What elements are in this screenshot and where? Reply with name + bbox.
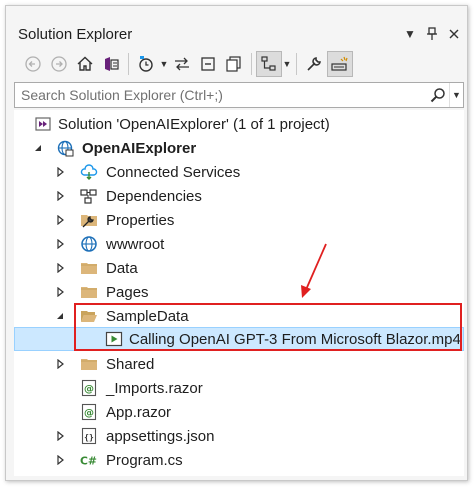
solution-tree: Solution 'OpenAIExplorer' (1 of 1 projec… <box>14 110 464 476</box>
forward-icon[interactable] <box>46 51 72 77</box>
collapsed-arrow-icon[interactable] <box>54 238 66 250</box>
search-box[interactable]: ▼ <box>14 82 464 108</box>
annotation-highlight-box <box>74 303 462 351</box>
home-icon[interactable] <box>72 51 98 77</box>
tree-item-project[interactable]: OpenAIExplorer <box>14 136 464 160</box>
tree-item-label: Shared <box>106 355 155 373</box>
tree-item-appsettings-json[interactable]: {} appsettings.json <box>14 424 464 448</box>
filter-dropdown-icon[interactable]: ▼ <box>159 51 169 77</box>
tree-item-label: App.razor <box>106 403 172 421</box>
dependencies-icon <box>80 187 98 205</box>
toolbar-separator <box>251 53 252 75</box>
search-input[interactable] <box>15 87 427 103</box>
close-icon[interactable] <box>444 24 464 44</box>
tree-item-label: Connected Services <box>106 163 241 181</box>
tree-item-program-cs[interactable]: C# Program.cs <box>14 448 464 472</box>
razor-file-icon: @ <box>80 379 98 397</box>
collapsed-arrow-icon[interactable] <box>54 214 66 226</box>
tree-item-app-razor[interactable]: @ App.razor <box>14 400 464 424</box>
tree-item-connected-services[interactable]: Connected Services <box>14 160 464 184</box>
tree-item-label: Solution 'OpenAIExplorer' (1 of 1 projec… <box>58 115 330 133</box>
toolbar-separator <box>296 53 297 75</box>
tree-item-label: Properties <box>106 211 175 229</box>
tree-item-label: wwwroot <box>106 235 165 253</box>
search-icon[interactable] <box>427 87 449 103</box>
pending-changes-filter-icon[interactable] <box>133 51 159 77</box>
collapsed-arrow-icon[interactable] <box>54 358 66 370</box>
folder-icon <box>80 355 98 373</box>
sync-with-active-document-icon[interactable] <box>169 51 195 77</box>
show-all-files-icon[interactable] <box>221 51 247 77</box>
json-file-icon: {} <box>80 427 98 445</box>
tree-item-label: Pages <box>106 283 149 301</box>
svg-text:C#: C# <box>80 455 97 468</box>
tree-item-label: _Imports.razor <box>106 379 203 397</box>
toolbar-separator <box>128 53 129 75</box>
tree-item-solution[interactable]: Solution 'OpenAIExplorer' (1 of 1 projec… <box>14 112 464 136</box>
tree-view-icon[interactable] <box>256 51 282 77</box>
csharp-file-icon: C# <box>80 451 98 469</box>
globe-icon <box>80 235 98 253</box>
project-globe-icon <box>56 139 74 157</box>
back-icon[interactable] <box>20 51 46 77</box>
tree-item-properties[interactable]: Properties <box>14 208 464 232</box>
search-options-dropdown-icon[interactable]: ▼ <box>449 83 463 107</box>
solution-icon <box>34 115 52 133</box>
connected-services-icon <box>80 163 98 181</box>
collapse-all-icon[interactable] <box>195 51 221 77</box>
tree-item-label: OpenAIExplorer <box>82 139 197 157</box>
expanded-arrow-icon[interactable] <box>54 310 66 322</box>
tree-view-dropdown-icon[interactable]: ▼ <box>282 51 292 77</box>
window-title: Solution Explorer <box>18 25 133 43</box>
window-position-dropdown-icon[interactable]: ▼ <box>400 24 420 44</box>
collapsed-arrow-icon[interactable] <box>54 454 66 466</box>
svg-text:{}: {} <box>84 433 94 442</box>
tree-item-label: Program.cs <box>106 451 183 469</box>
title-bar: Solution Explorer ▼ <box>12 22 464 46</box>
tree-item-dependencies[interactable]: Dependencies <box>14 184 464 208</box>
tree-item-label: appsettings.json <box>106 427 215 445</box>
tree-item-wwwroot[interactable]: wwwroot <box>14 232 464 256</box>
tree-item-shared[interactable]: Shared <box>14 352 464 376</box>
pin-icon[interactable] <box>422 24 442 44</box>
collapsed-arrow-icon[interactable] <box>54 166 66 178</box>
collapsed-arrow-icon[interactable] <box>54 430 66 442</box>
wrench-folder-icon <box>80 211 98 229</box>
tree-item-data[interactable]: Data <box>14 256 464 280</box>
preview-selected-items-icon[interactable] <box>327 51 353 77</box>
collapsed-arrow-icon[interactable] <box>54 262 66 274</box>
svg-text:@: @ <box>84 384 94 395</box>
collapsed-arrow-icon[interactable] <box>54 286 66 298</box>
toolbar: ▼ ▼ <box>12 48 464 80</box>
expanded-arrow-icon[interactable] <box>32 142 44 154</box>
folder-icon <box>80 259 98 277</box>
razor-file-icon: @ <box>80 403 98 421</box>
switch-views-icon[interactable] <box>98 51 124 77</box>
tree-item-pages[interactable]: Pages <box>14 280 464 304</box>
svg-text:@: @ <box>84 408 94 419</box>
properties-wrench-icon[interactable] <box>301 51 327 77</box>
tree-item-label: Data <box>106 259 138 277</box>
tree-item-imports-razor[interactable]: @ _Imports.razor <box>14 376 464 400</box>
collapsed-arrow-icon[interactable] <box>54 190 66 202</box>
tree-item-label: Dependencies <box>106 187 202 205</box>
folder-icon <box>80 283 98 301</box>
